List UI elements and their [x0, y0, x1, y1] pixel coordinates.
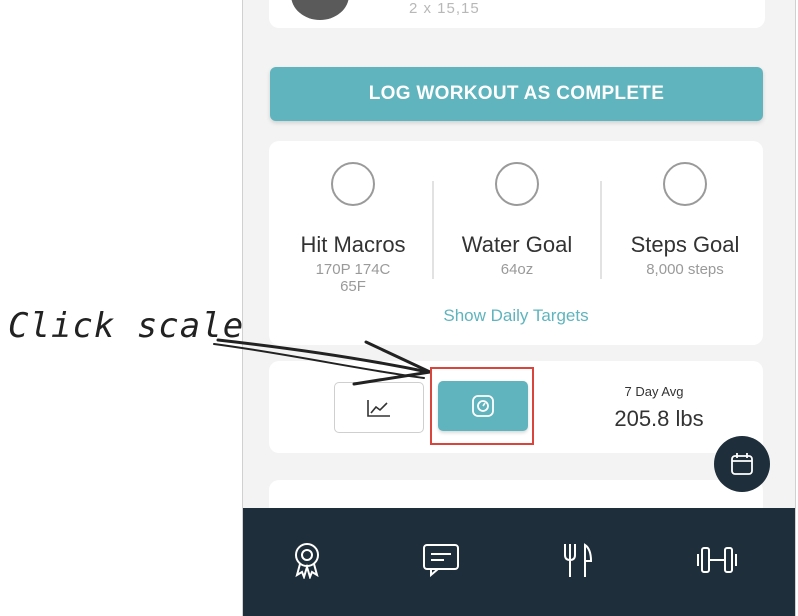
annotation-arrow: [213, 338, 432, 386]
annotation-highlight-box: [430, 367, 534, 445]
